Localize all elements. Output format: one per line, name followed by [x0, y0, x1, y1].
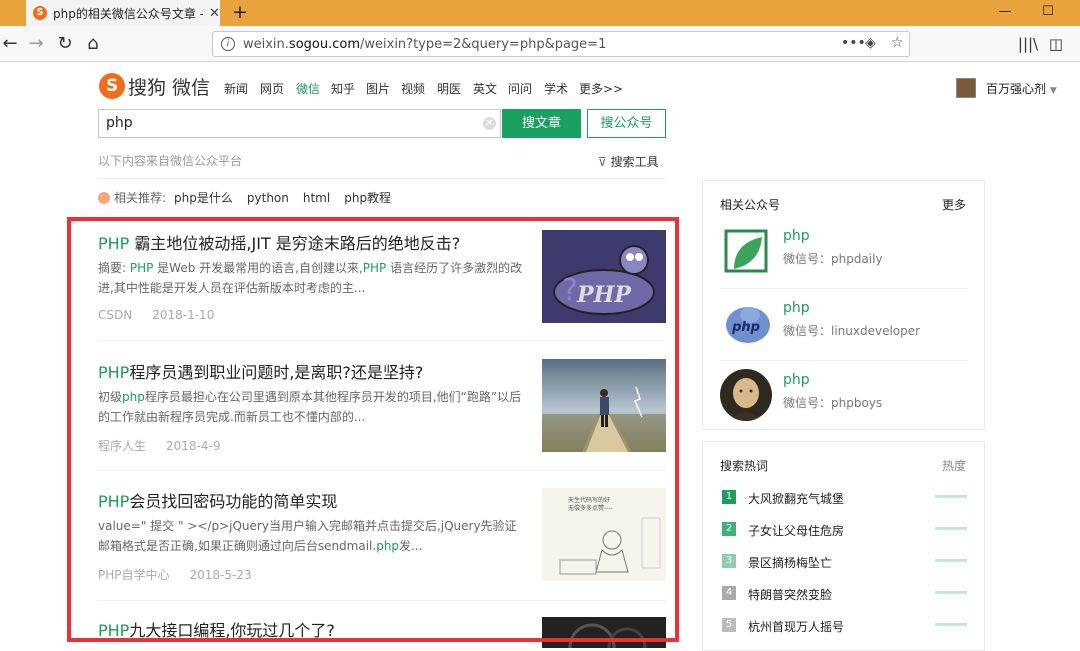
channel-10[interactable]: 更多>> — [579, 80, 623, 97]
more-link[interactable]: 更多 — [942, 196, 966, 213]
filter-icon: ⊽ — [598, 155, 607, 169]
bookmark-star-icon[interactable]: ☆ — [891, 35, 904, 51]
rank-badge: 5 — [722, 618, 736, 632]
related-label: 相关推荐: — [114, 191, 167, 205]
back-icon[interactable]: ← — [0, 32, 22, 56]
hot-item-text[interactable]: 特朗普突然变脸 — [748, 586, 832, 603]
reload-icon[interactable]: ↻ — [53, 32, 77, 56]
account-item[interactable]: php 微信号：phpdaily — [720, 217, 968, 289]
related-item[interactable]: php教程 — [344, 191, 391, 205]
search-article-button[interactable]: 搜文章 — [502, 109, 581, 138]
related-item[interactable]: html — [303, 191, 330, 205]
hot-item[interactable]: 1 大风掀翻充气城堡 — [720, 488, 970, 508]
maximize-icon[interactable]: ☐ — [1033, 0, 1063, 26]
account-item[interactable]: php 微信号：phpboys — [720, 361, 968, 433]
url-prefix: weixin. — [243, 36, 289, 52]
address-bar[interactable]: i weixin. sogou.com/weixin?type=2&query=p… — [212, 31, 910, 57]
divider — [98, 178, 666, 179]
hot-item[interactable]: 2 子女让父母住危房 — [720, 520, 970, 540]
channel-3[interactable]: 知乎 — [331, 80, 355, 97]
account-item[interactable]: php php 微信号：linuxdeveloper — [720, 289, 968, 361]
highlight-box — [67, 217, 679, 642]
channel-8[interactable]: 问问 — [508, 80, 532, 97]
account-id: 微信号：linuxdeveloper — [783, 324, 921, 338]
home-icon[interactable]: ⌂ — [81, 32, 105, 56]
sogou-logo-icon[interactable]: S — [99, 73, 125, 99]
close-tab-icon[interactable]: ✕ — [209, 6, 220, 21]
account-avatar[interactable]: php — [720, 297, 772, 349]
account-name[interactable]: php — [783, 372, 810, 388]
search-suggest-icon — [98, 192, 110, 204]
heat-bar — [935, 559, 967, 562]
svg-text:php: php — [731, 320, 760, 335]
avatar[interactable] — [956, 78, 976, 98]
hot-search-panel: 搜索热词 热度 1 大风掀翻充气城堡 2 子女让父母住危房 3 景区摘杨梅坠亡 4 特朗普突然… — [702, 441, 985, 651]
account-avatar[interactable] — [720, 369, 772, 421]
account-id: 微信号：phpboys — [783, 396, 883, 410]
heat-bar — [935, 623, 967, 626]
channel-7[interactable]: 英文 — [473, 80, 497, 97]
account-name[interactable]: php — [783, 300, 810, 316]
related-item[interactable]: php是什么 — [174, 191, 233, 205]
hot-item[interactable]: 3 景区摘杨梅坠亡 — [720, 552, 970, 572]
library-icon[interactable]: |||\ — [1016, 32, 1040, 56]
site-info-icon[interactable]: i — [221, 37, 235, 51]
hot-item-text[interactable]: 杭州首现万人摇号 — [748, 618, 844, 635]
sidebar-icon[interactable]: ◫ — [1044, 32, 1068, 56]
search-tools[interactable]: ⊽ 搜索工具 — [598, 153, 659, 170]
hot-item-text[interactable]: 景区摘杨梅坠亡 — [748, 554, 832, 571]
hot-item-text[interactable]: 大风掀翻充气城堡 — [748, 490, 844, 507]
search-query: php — [106, 115, 133, 131]
channel-6[interactable]: 明医 — [437, 80, 461, 97]
clear-search-icon[interactable]: ✕ — [483, 117, 496, 130]
account-id: 微信号：phpdaily — [783, 252, 883, 266]
pocket-icon[interactable]: ◈ — [865, 35, 876, 51]
panel-title: 搜索热词 — [720, 459, 769, 473]
channel-4[interactable]: 图片 — [366, 80, 390, 97]
heat-bar — [935, 495, 967, 498]
channel-5[interactable]: 视频 — [401, 80, 425, 97]
rank-badge: 2 — [722, 522, 736, 536]
user-name[interactable]: 百万强心剂 ▼ — [986, 80, 1057, 97]
rank-badge: 3 — [722, 554, 736, 568]
hot-item[interactable]: 4 特朗普突然变脸 — [720, 584, 970, 604]
channel-2[interactable]: 微信 — [296, 80, 320, 97]
forward-icon[interactable]: → — [24, 32, 48, 56]
heat-bar — [935, 591, 967, 594]
url-host: sogou.com — [288, 36, 360, 52]
related-searches: 相关推荐: php是什么 python html php教程 — [98, 189, 405, 206]
channel-9[interactable]: 学术 — [544, 80, 568, 97]
account-avatar[interactable] — [720, 225, 772, 277]
tab-title: php的相关微信公众号文章 – 搜 — [53, 6, 203, 21]
search-account-button[interactable]: 搜公众号 — [587, 109, 666, 138]
navigation-bar: ← → ↻ ⌂ i weixin. sogou.com/weixin?type=2… — [0, 26, 1080, 62]
page-actions-icon[interactable]: ••• — [841, 35, 866, 51]
hot-item-text[interactable]: 子女让父母住危房 — [748, 522, 844, 539]
channel-1[interactable]: 网页 — [260, 80, 284, 97]
source-hint: 以下内容来自微信公众平台 — [98, 154, 243, 168]
heat-label: 热度 — [941, 459, 966, 473]
channel-0[interactable]: 新闻 — [224, 80, 248, 97]
related-accounts-panel: 相关公众号 更多 php 微信号：phpdaily php php 微信号：li… — [702, 180, 985, 430]
new-tab-icon[interactable]: + — [230, 0, 250, 26]
logo-text[interactable]: 搜狗 — [128, 73, 166, 100]
search-input[interactable]: php ✕ — [98, 109, 501, 138]
heat-bar — [935, 527, 967, 530]
minimize-icon[interactable]: — — [990, 0, 1020, 26]
url-path: /weixin?type=2&query=php&page=1 — [360, 36, 607, 52]
panel-title: 相关公众号 — [720, 198, 781, 212]
account-name[interactable]: php — [783, 228, 810, 244]
hot-item[interactable]: 5 杭州首现万人摇号 — [720, 616, 970, 636]
related-item[interactable]: python — [247, 191, 289, 205]
sogou-favicon-icon: S — [33, 6, 47, 20]
rank-badge: 4 — [722, 586, 736, 600]
rank-badge: 1 — [722, 490, 736, 504]
title-bar: S php的相关微信公众号文章 – 搜 ✕ + — ☐ — [0, 0, 1080, 26]
logo-subtext[interactable]: 微信 — [172, 73, 210, 100]
browser-tab[interactable]: S php的相关微信公众号文章 – 搜 ✕ — [26, 0, 220, 26]
